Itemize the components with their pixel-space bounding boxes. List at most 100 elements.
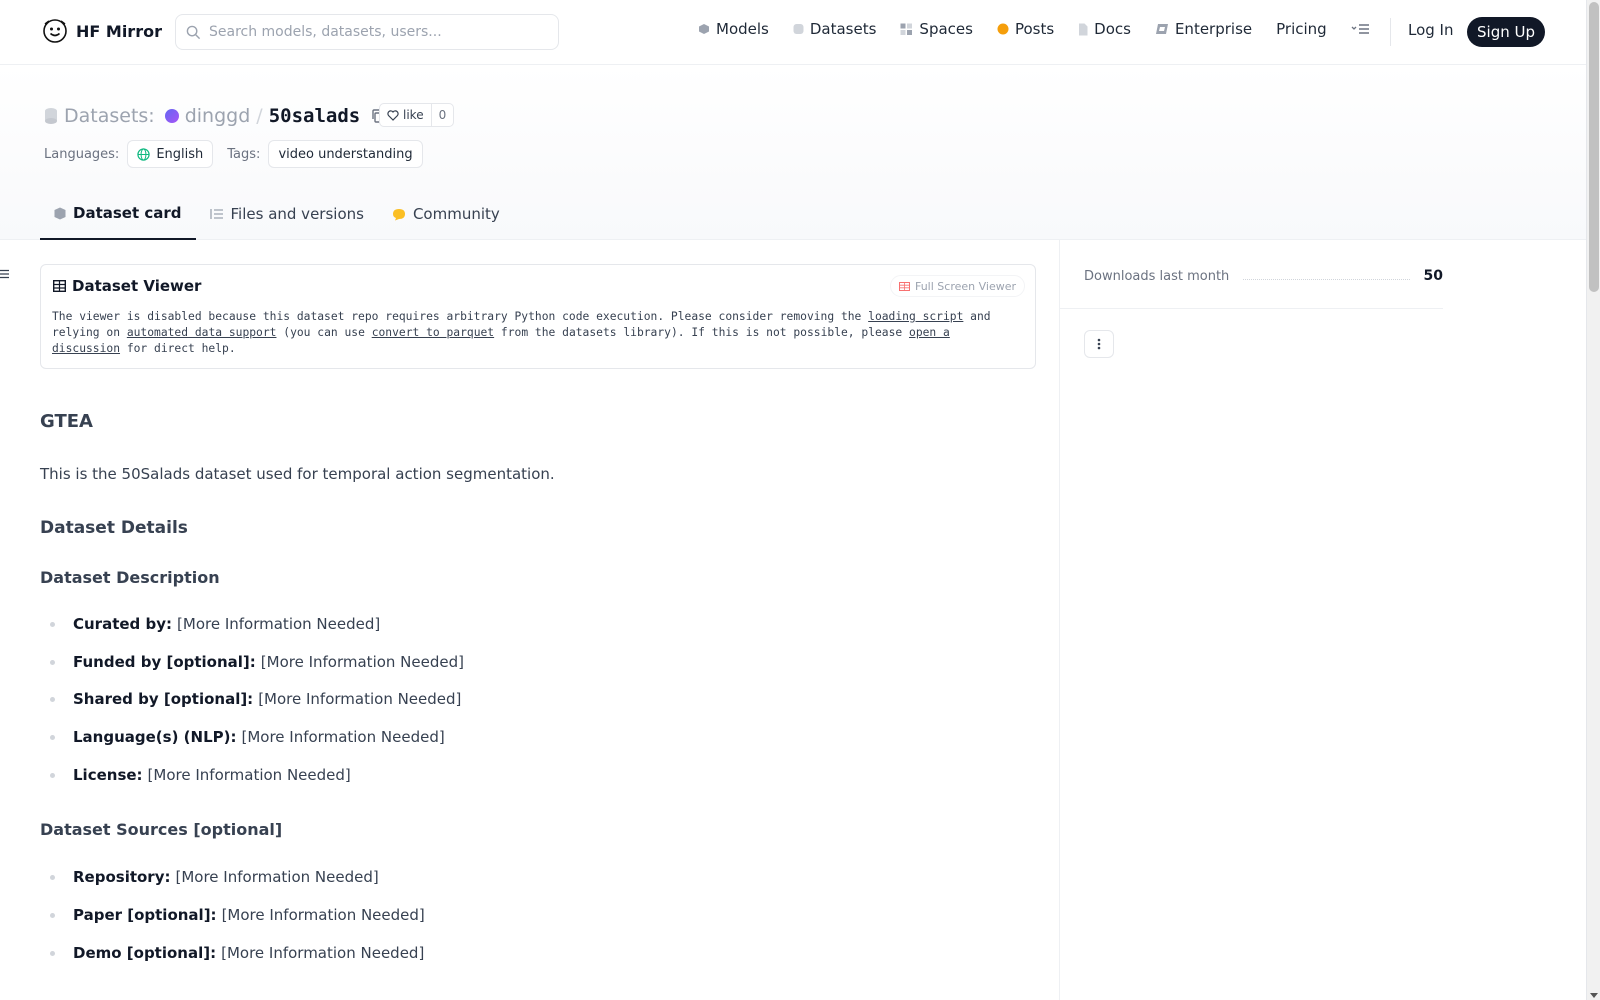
list-item-key: Paper [optional]: bbox=[73, 906, 217, 924]
downloads-value: 50 bbox=[1423, 268, 1443, 284]
list-item-value: [More Information Needed] bbox=[177, 615, 381, 633]
nav-more-menu[interactable] bbox=[1351, 22, 1371, 36]
brand-name: HF Mirror bbox=[76, 21, 162, 41]
table-small-icon bbox=[898, 281, 910, 291]
nav-divider bbox=[1390, 18, 1391, 46]
top-navbar: HF Mirror Models Datasets Spaces Posts D… bbox=[0, 0, 1586, 65]
scrollbar-thumb[interactable] bbox=[1589, 2, 1599, 292]
breadcrumb-repo[interactable]: 50salads bbox=[269, 105, 361, 127]
bullet bbox=[50, 950, 55, 956]
list-item: Paper [optional]: [More Information Neede… bbox=[50, 906, 425, 924]
nav-models-label: Models bbox=[716, 20, 769, 38]
list-item-key: Demo [optional]: bbox=[73, 944, 217, 962]
language-chip[interactable]: English bbox=[127, 140, 214, 168]
breadcrumb-separator: / bbox=[256, 105, 263, 127]
community-icon bbox=[392, 208, 405, 220]
tab-community-label: Community bbox=[412, 205, 500, 223]
full-screen-viewer-button[interactable]: Full Screen Viewer bbox=[889, 275, 1025, 297]
list-item: Funded by [optional]: [More Information N… bbox=[50, 653, 464, 671]
nav-pricing-label: Pricing bbox=[1276, 20, 1327, 38]
dotted-leader bbox=[1243, 278, 1410, 280]
bullet bbox=[50, 874, 55, 880]
enterprise-icon bbox=[1155, 24, 1168, 34]
scroll-down-arrow-icon[interactable] bbox=[1590, 993, 1598, 998]
nav-enterprise[interactable]: Enterprise bbox=[1155, 20, 1252, 38]
repo-header: Datasets: dinggd / 50salads like 0 Langu… bbox=[0, 65, 1586, 240]
main-nav: Models Datasets Spaces Posts Docs Enterp… bbox=[698, 20, 1371, 38]
list-item-value: [More Information Needed] bbox=[241, 728, 445, 746]
bullet bbox=[50, 734, 55, 740]
search-icon bbox=[186, 25, 201, 39]
tab-dataset-card[interactable]: Dataset card bbox=[40, 188, 196, 240]
datasets-icon bbox=[793, 24, 804, 34]
breadcrumb-category[interactable]: Datasets: bbox=[64, 105, 155, 127]
list-item: Language(s) (NLP): [More Information Need… bbox=[50, 728, 445, 746]
nav-enterprise-label: Enterprise bbox=[1174, 20, 1253, 38]
login-link[interactable]: Log In bbox=[1408, 21, 1454, 39]
tags-label: Tags: bbox=[227, 146, 261, 162]
menu-list-icon bbox=[1351, 24, 1369, 34]
like-label: like bbox=[403, 108, 424, 122]
bullet bbox=[50, 772, 55, 778]
toc-toggle[interactable] bbox=[0, 268, 10, 283]
signup-button[interactable]: Sign Up bbox=[1467, 17, 1545, 47]
right-sidebar: Downloads last month 50 bbox=[1059, 240, 1586, 1000]
tab-files-label: Files and versions bbox=[230, 205, 364, 223]
nav-spaces-label: Spaces bbox=[919, 20, 973, 38]
like-count[interactable]: 0 bbox=[432, 108, 454, 122]
languages-label: Languages: bbox=[44, 146, 120, 162]
docs-icon bbox=[1079, 23, 1088, 35]
nav-spaces[interactable]: Spaces bbox=[900, 20, 973, 38]
nav-posts-label: Posts bbox=[1014, 20, 1055, 38]
nav-pricing[interactable]: Pricing bbox=[1276, 20, 1327, 38]
toc-icon bbox=[0, 269, 9, 279]
nav-datasets[interactable]: Datasets bbox=[793, 20, 877, 38]
tab-community[interactable]: Community bbox=[378, 188, 514, 240]
dataset-sources-heading: Dataset Sources [optional] bbox=[40, 820, 283, 839]
list-item-key: Language(s) (NLP): bbox=[73, 728, 237, 746]
list-item: Shared by [optional]: [More Information N… bbox=[50, 690, 461, 708]
vertical-dots-icon bbox=[1097, 338, 1101, 350]
globe-icon bbox=[137, 147, 150, 161]
card-intro: This is the 50Salads dataset used for te… bbox=[40, 465, 555, 483]
tag-chip[interactable]: video understanding bbox=[268, 140, 423, 168]
list-item-key: License: bbox=[73, 766, 143, 784]
list-item-value: [More Information Needed] bbox=[258, 690, 462, 708]
metadata-row: Languages: English Tags: video understan… bbox=[44, 140, 423, 168]
like-button[interactable]: like 0 bbox=[379, 103, 455, 127]
nav-docs[interactable]: Docs bbox=[1078, 20, 1131, 38]
nav-datasets-label: Datasets bbox=[809, 20, 877, 38]
dataset-details-heading: Dataset Details bbox=[40, 518, 188, 538]
like-toggle[interactable]: like bbox=[380, 104, 432, 126]
list-item: Demo [optional]: [More Information Needed… bbox=[50, 944, 424, 962]
search-input[interactable] bbox=[209, 24, 529, 40]
bullet bbox=[50, 621, 55, 627]
list-item: Repository: [More Information Needed] bbox=[50, 868, 379, 886]
list-item-value: [More Information Needed] bbox=[147, 766, 351, 784]
table-icon bbox=[53, 280, 66, 292]
viewer-title: Dataset Viewer bbox=[53, 277, 201, 295]
sidebar-divider bbox=[1060, 308, 1443, 309]
breadcrumb: Datasets: dinggd / 50salads bbox=[44, 105, 386, 127]
breadcrumb-owner[interactable]: dinggd bbox=[185, 105, 251, 127]
heart-icon bbox=[387, 109, 399, 121]
loading-script-link[interactable]: loading script bbox=[868, 310, 963, 323]
dataset-viewer-panel: Dataset Viewer Full Screen Viewer The vi… bbox=[40, 264, 1036, 369]
page-scrollbar[interactable] bbox=[1586, 0, 1600, 1000]
owner-avatar bbox=[164, 109, 179, 123]
more-options-button[interactable] bbox=[1084, 330, 1114, 358]
viewer-msg-part: (you can use bbox=[276, 326, 372, 339]
models-icon bbox=[699, 24, 709, 34]
brand-link[interactable]: HF Mirror bbox=[42, 18, 162, 44]
dataset-description-heading: Dataset Description bbox=[40, 568, 220, 587]
list-item-key: Funded by [optional]: bbox=[73, 653, 256, 671]
nav-models[interactable]: Models bbox=[698, 20, 769, 38]
convert-to-parquet-link[interactable]: convert to parquet bbox=[372, 326, 494, 339]
nav-posts[interactable]: Posts bbox=[997, 20, 1054, 38]
automated-data-support-link[interactable]: automated data support bbox=[127, 326, 277, 339]
list-item-key: Repository: bbox=[73, 868, 171, 886]
search-box[interactable] bbox=[175, 14, 559, 50]
list-item-key: Shared by [optional]: bbox=[73, 690, 254, 708]
list-item-key: Curated by: bbox=[73, 615, 173, 633]
tab-files[interactable]: Files and versions bbox=[196, 188, 378, 240]
